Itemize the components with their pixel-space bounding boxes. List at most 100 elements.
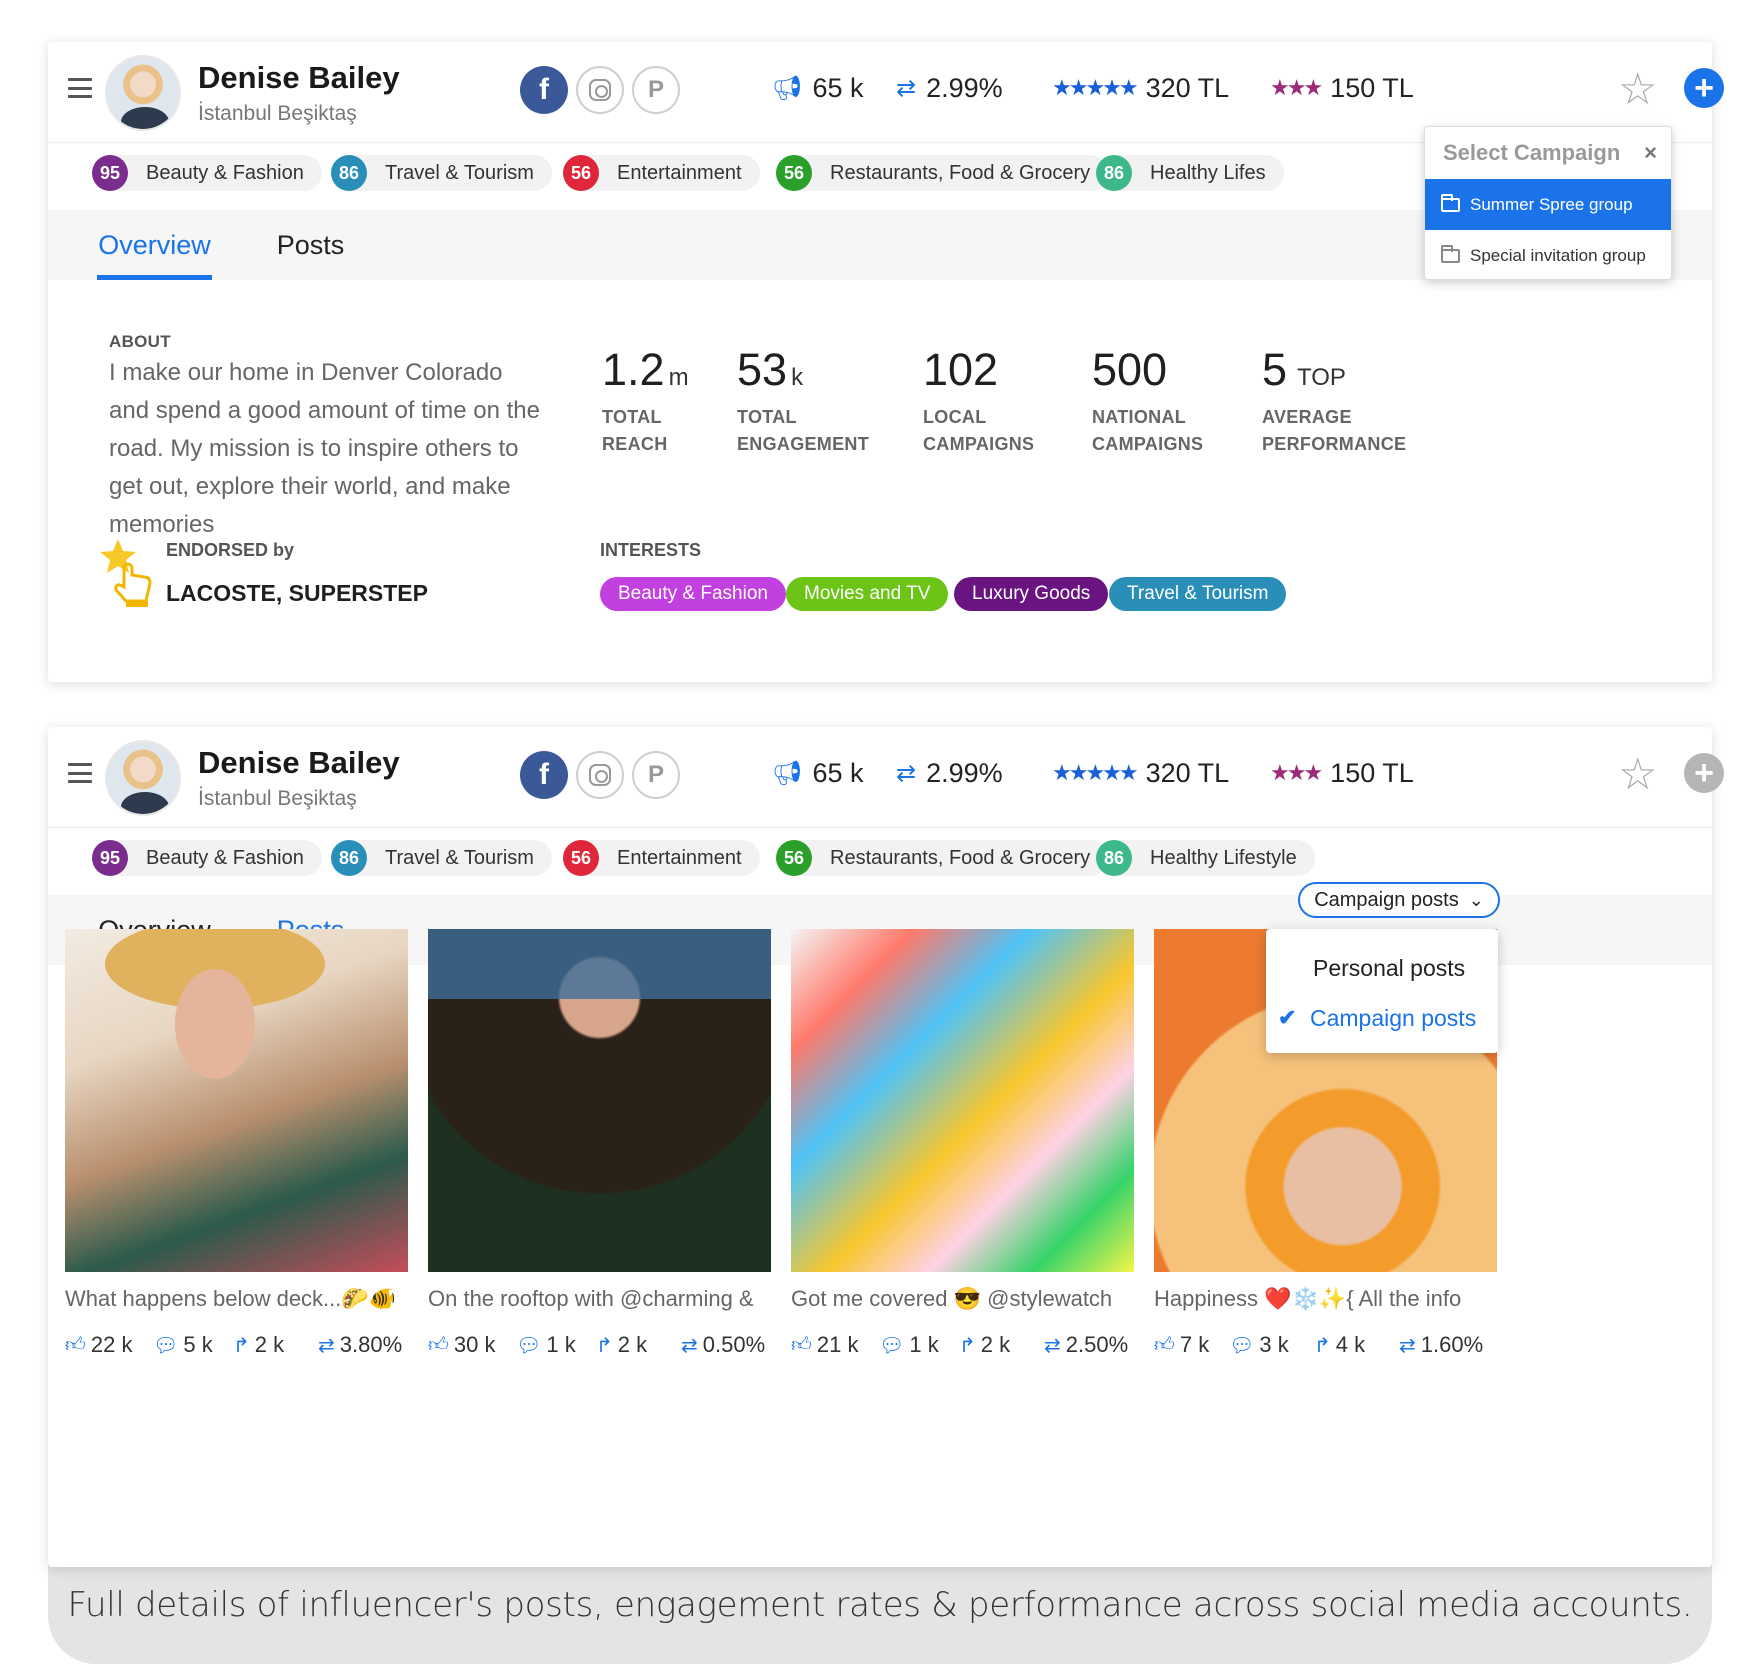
- post-caption: On the rooftop with @charming &: [428, 1286, 754, 1311]
- category-score: 56: [776, 840, 812, 876]
- tab-overview[interactable]: Overview: [97, 210, 212, 280]
- star-icon[interactable]: ☆: [1618, 64, 1657, 115]
- metric-label: TOTAL: [602, 407, 662, 427]
- plus-circle-icon[interactable]: +: [1684, 753, 1724, 793]
- shares-metric: ↱ 4 k: [1314, 1332, 1399, 1358]
- category-chip: 86 Travel & Tourism: [331, 840, 552, 876]
- post-image[interactable]: [791, 929, 1134, 1272]
- tab-posts[interactable]: Posts: [253, 210, 368, 280]
- post-metrics: 👍︎ 22 k 💬︎ 5 k ↱ 2 k ⇄ 3.80%: [65, 1332, 408, 1358]
- pinterest-icon[interactable]: P: [632, 751, 680, 799]
- footer-caption: Full details of influencer's posts, enga…: [67, 1585, 1693, 1625]
- category-chip: 86 Healthy Lifestyle: [1096, 840, 1315, 876]
- rating-stars-icon: ★★★★★: [1052, 75, 1139, 100]
- menu-item-label: Campaign posts: [1310, 1004, 1477, 1031]
- category-label: Restaurants, Food & Grocery: [830, 846, 1091, 869]
- category-score: 86: [331, 155, 367, 191]
- post-image[interactable]: [65, 929, 408, 1272]
- campaign-option-special[interactable]: Special invitation group: [1425, 230, 1671, 281]
- post-metrics: 👍︎ 21 k 💬︎ 1 k ↱ 2 k ⇄ 2.50%: [791, 1332, 1134, 1358]
- metric-label: ENGAGEMENT: [737, 434, 870, 454]
- likes-metric: 👍︎ 21 k: [791, 1332, 879, 1358]
- megaphone-icon: 📢︎: [772, 759, 803, 787]
- instagram-icon[interactable]: [576, 751, 624, 799]
- metric-total-engagement: 53 k TOTAL ENGAGEMENT: [737, 344, 869, 458]
- rate-metric: ⇄ 0.50%: [681, 1332, 765, 1358]
- reach-stat: 📢︎ 65 k: [772, 68, 864, 108]
- metric-total-reach: 1.2 m TOTAL REACH: [602, 344, 689, 458]
- post-caption: What happens below deck...🌮🐠: [65, 1286, 397, 1311]
- metric-value: 1.2: [602, 344, 665, 395]
- facebook-icon[interactable]: f: [520, 751, 568, 799]
- avatar: [105, 55, 181, 131]
- post-metrics: 👍︎ 30 k 💬︎ 1 k ↱ 2 k ⇄ 0.50%: [428, 1332, 771, 1358]
- rate-metric: ⇄ 2.50%: [1044, 1332, 1128, 1358]
- rate-metric: ⇄ 3.80%: [318, 1332, 402, 1358]
- comment-icon: 💬︎: [879, 1334, 905, 1357]
- swap-icon: ⇄: [896, 74, 917, 102]
- interest-chip[interactable]: Movies and TV: [786, 577, 949, 611]
- category-label: Beauty & Fashion: [146, 161, 304, 184]
- thumbs-up-icon: 👍︎: [1154, 1334, 1175, 1356]
- thumbs-up-icon: 👍︎: [65, 1334, 86, 1356]
- profile-name: Denise Bailey: [198, 60, 400, 95]
- price-low-stat: ★★★ 150 TL: [1270, 68, 1414, 108]
- thumbs-up-icon: 👍︎: [791, 1334, 812, 1356]
- instagram-icon[interactable]: [576, 66, 624, 114]
- category-chip: 95 Beauty & Fashion: [92, 155, 322, 191]
- pinterest-icon[interactable]: P: [632, 66, 680, 114]
- star-icon[interactable]: ☆: [1618, 749, 1657, 800]
- interest-chip[interactable]: Luxury Goods: [954, 577, 1109, 611]
- metric-label: CAMPAIGNS: [923, 434, 1035, 454]
- metric-value: 5: [1262, 344, 1288, 395]
- metric-label: TOTAL: [737, 407, 797, 427]
- category-label: Healthy Lifes: [1150, 161, 1266, 184]
- category-chip: 95 Beauty & Fashion: [92, 840, 322, 876]
- category-score: 95: [92, 155, 128, 191]
- interest-chip[interactable]: Beauty & Fashion: [600, 577, 786, 611]
- price-high-value: 320 TL: [1145, 757, 1230, 788]
- posts-filter-select[interactable]: Campaign posts ⌄: [1298, 882, 1500, 918]
- comments-value: 1 k: [909, 1332, 939, 1357]
- category-chip: 56 Entertainment: [563, 840, 760, 876]
- metric-label: REACH: [602, 434, 668, 454]
- close-icon[interactable]: ×: [1644, 140, 1657, 166]
- likes-metric: 👍︎ 22 k: [65, 1332, 153, 1358]
- post-card[interactable]: On the rooftop with @charming & 👍︎ 30 k 💬…: [428, 929, 771, 1358]
- metric-unit: TOP: [1297, 364, 1346, 391]
- endorse-hand-icon: [100, 539, 152, 607]
- comments-metric: 💬︎ 5 k: [153, 1332, 233, 1358]
- category-score: 86: [1096, 840, 1132, 876]
- comments-metric: 💬︎ 1 k: [879, 1332, 959, 1358]
- folder-icon: [1441, 193, 1460, 212]
- engagement-value: 2.99%: [926, 757, 1003, 788]
- chevron-down-icon: ⌄: [1468, 889, 1484, 910]
- likes-metric: 👍︎ 7 k: [1154, 1332, 1229, 1358]
- post-image[interactable]: [428, 929, 771, 1272]
- rate-value: 3.80%: [339, 1332, 403, 1357]
- metric-value: 500: [1092, 344, 1168, 395]
- hamburger-icon[interactable]: [68, 763, 92, 783]
- likes-value: 22 k: [90, 1332, 133, 1357]
- campaign-option-label: Special invitation group: [1470, 245, 1646, 265]
- plus-circle-icon[interactable]: +: [1684, 68, 1724, 108]
- hamburger-icon[interactable]: [68, 78, 92, 98]
- menu-item-personal-posts[interactable]: Personal posts: [1266, 943, 1498, 993]
- facebook-icon[interactable]: f: [520, 66, 568, 114]
- price-low-stat: ★★★ 150 TL: [1270, 753, 1414, 793]
- likes-value: 30 k: [453, 1332, 496, 1357]
- post-card[interactable]: What happens below deck...🌮🐠 👍︎ 22 k 💬︎ 5 …: [65, 929, 408, 1358]
- menu-item-campaign-posts[interactable]: ✔ Campaign posts: [1266, 993, 1498, 1043]
- interest-chip[interactable]: Travel & Tourism: [1109, 577, 1287, 611]
- campaign-option-summer[interactable]: Summer Spree group: [1425, 179, 1671, 230]
- share-icon: ↱: [1314, 1334, 1331, 1357]
- metric-label: CAMPAIGNS: [1092, 434, 1204, 454]
- about-label: ABOUT: [109, 332, 171, 351]
- shares-value: 4 k: [1335, 1332, 1366, 1357]
- post-card[interactable]: Got me covered 😎 @stylewatch 👍︎ 21 k 💬︎ 1 …: [791, 929, 1134, 1358]
- share-icon: ↱: [233, 1334, 250, 1357]
- swap-icon: ⇄: [1399, 1334, 1416, 1357]
- reach-stat: 📢︎ 65 k: [772, 753, 864, 793]
- shares-metric: ↱ 2 k: [959, 1332, 1044, 1358]
- select-campaign-dropdown: Select Campaign × Summer Spree group Spe…: [1424, 126, 1672, 280]
